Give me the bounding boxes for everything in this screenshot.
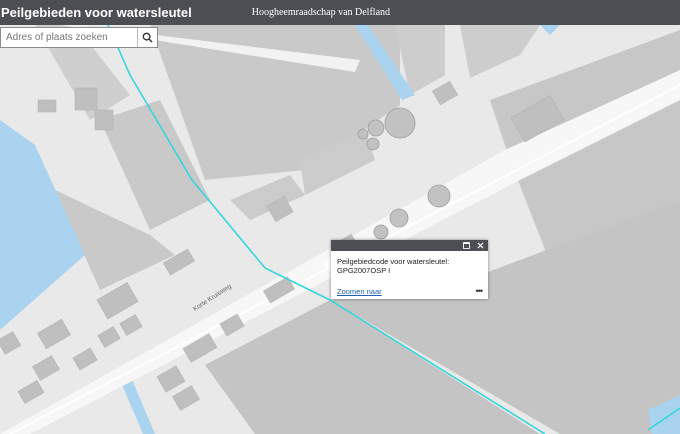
organization-name: Hoogheemraadschap van Delfland bbox=[251, 7, 391, 18]
zoom-to-link[interactable]: Zoomen naar bbox=[337, 287, 382, 296]
search-button[interactable] bbox=[137, 28, 157, 47]
close-icon bbox=[477, 242, 484, 249]
popup-header bbox=[331, 240, 488, 251]
building-block bbox=[230, 175, 305, 220]
popup-field-label: Peilgebiedcode voor watersleutel: bbox=[337, 257, 450, 266]
building-block bbox=[460, 25, 540, 78]
maximize-button[interactable] bbox=[462, 241, 471, 250]
close-button[interactable] bbox=[476, 241, 485, 250]
popup-body: Peilgebiedcode voor watersleutel: GPG200… bbox=[331, 251, 488, 275]
search-box bbox=[0, 27, 158, 48]
maximize-icon bbox=[463, 242, 470, 249]
popup-footer: Zoomen naar ••• bbox=[337, 286, 484, 296]
more-options-icon[interactable]: ••• bbox=[476, 286, 484, 296]
app-header: Peilgebieden voor watersleutel Hoogheemr… bbox=[0, 0, 680, 25]
popup-field-value: GPG2007OSP I bbox=[337, 266, 391, 275]
map-canvas[interactable] bbox=[0, 0, 680, 434]
app-title: Peilgebieden voor watersleutel bbox=[1, 5, 192, 20]
info-popup: Peilgebiedcode voor watersleutel: GPG200… bbox=[331, 240, 488, 299]
search-input[interactable] bbox=[1, 28, 137, 47]
water-canal bbox=[540, 25, 560, 35]
search-icon bbox=[142, 32, 153, 43]
